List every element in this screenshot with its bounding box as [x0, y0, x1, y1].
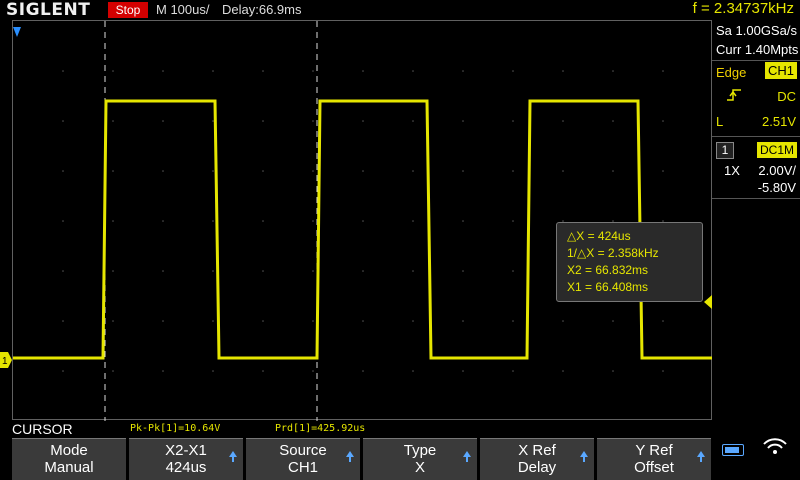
adjust-arrow-icon — [463, 451, 471, 462]
adjust-arrow-icon — [580, 451, 588, 462]
waveform-svg — [13, 21, 713, 421]
x1-value: X1 = 66.408ms — [567, 280, 649, 294]
adjust-arrow-icon — [346, 451, 354, 462]
brand-logo: SIGLENT — [6, 0, 91, 20]
panel-divider — [712, 136, 800, 137]
trigger-coupling: DC — [777, 89, 796, 104]
grid-dots — [62, 70, 664, 372]
softkey-mode[interactable]: Mode Manual — [12, 438, 126, 480]
softkey-bar: Mode Manual X2-X1 424us Source CH1 Type … — [12, 438, 712, 480]
volts-per-div: 2.00V/ — [758, 163, 796, 178]
softkey-x-ref[interactable]: X Ref Delay — [480, 438, 594, 480]
channel-number[interactable]: 1 — [716, 142, 734, 159]
menu-title: CURSOR — [12, 421, 73, 437]
panel-divider — [712, 60, 800, 61]
timebase-readout: M 100us/ — [156, 2, 210, 17]
x2-value: X2 = 66.832ms — [567, 263, 649, 277]
softkey-x2-x1[interactable]: X2-X1 424us — [129, 438, 243, 480]
softkey-source[interactable]: Source CH1 — [246, 438, 360, 480]
adjust-arrow-icon — [229, 451, 237, 462]
softkey-y-ref[interactable]: Y Ref Offset — [597, 438, 711, 480]
trigger-level: 2.51V — [762, 114, 796, 129]
inverse-delta-x-value: 1/△X = 2.358kHz — [567, 246, 659, 260]
trigger-source[interactable]: CH1 — [764, 62, 797, 79]
channel1-offset-marker[interactable]: 1 — [0, 352, 12, 368]
right-info-panel: Sa 1.00GSa/s Curr 1.40Mpts Edge CH1 DC L… — [712, 20, 800, 420]
channel-offset: -5.80V — [757, 180, 796, 195]
battery-icon — [722, 444, 744, 456]
memory-depth: Curr 1.40Mpts — [716, 42, 799, 57]
rising-edge-icon — [727, 89, 741, 101]
frequency-counter: f = 2.34737kHz — [692, 0, 794, 17]
run-stop-indicator[interactable]: Stop — [108, 2, 148, 18]
probe-ratio: 1X — [724, 163, 740, 178]
pk-pk-measurement: Pk-Pk[1]=10.64V — [130, 423, 221, 434]
period-measurement: Prd[1]=425.92us — [275, 423, 366, 434]
trigger-level-icon[interactable] — [704, 295, 712, 309]
channel-coupling: DC1M — [756, 142, 797, 158]
panel-divider — [712, 198, 800, 199]
sample-rate: Sa 1.00GSa/s — [716, 23, 797, 38]
adjust-arrow-icon — [697, 451, 705, 462]
waveform-display[interactable] — [12, 20, 713, 421]
trigger-level-label: L — [716, 114, 724, 129]
trigger-position-icon — [13, 27, 21, 37]
delay-readout: Delay:66.9ms — [222, 2, 302, 17]
svg-text:1: 1 — [2, 356, 8, 367]
cursor-readout-box: △X = 424us 1/△X = 2.358kHz X2 = 66.832ms… — [556, 222, 703, 302]
softkey-type[interactable]: Type X — [363, 438, 477, 480]
wifi-icon — [763, 438, 787, 454]
top-status-bar: SIGLENT Stop M 100us/ Delay:66.9ms f = 2… — [0, 0, 800, 20]
trigger-type[interactable]: Edge — [716, 65, 746, 80]
delta-x-value: △X = 424us — [567, 229, 631, 243]
